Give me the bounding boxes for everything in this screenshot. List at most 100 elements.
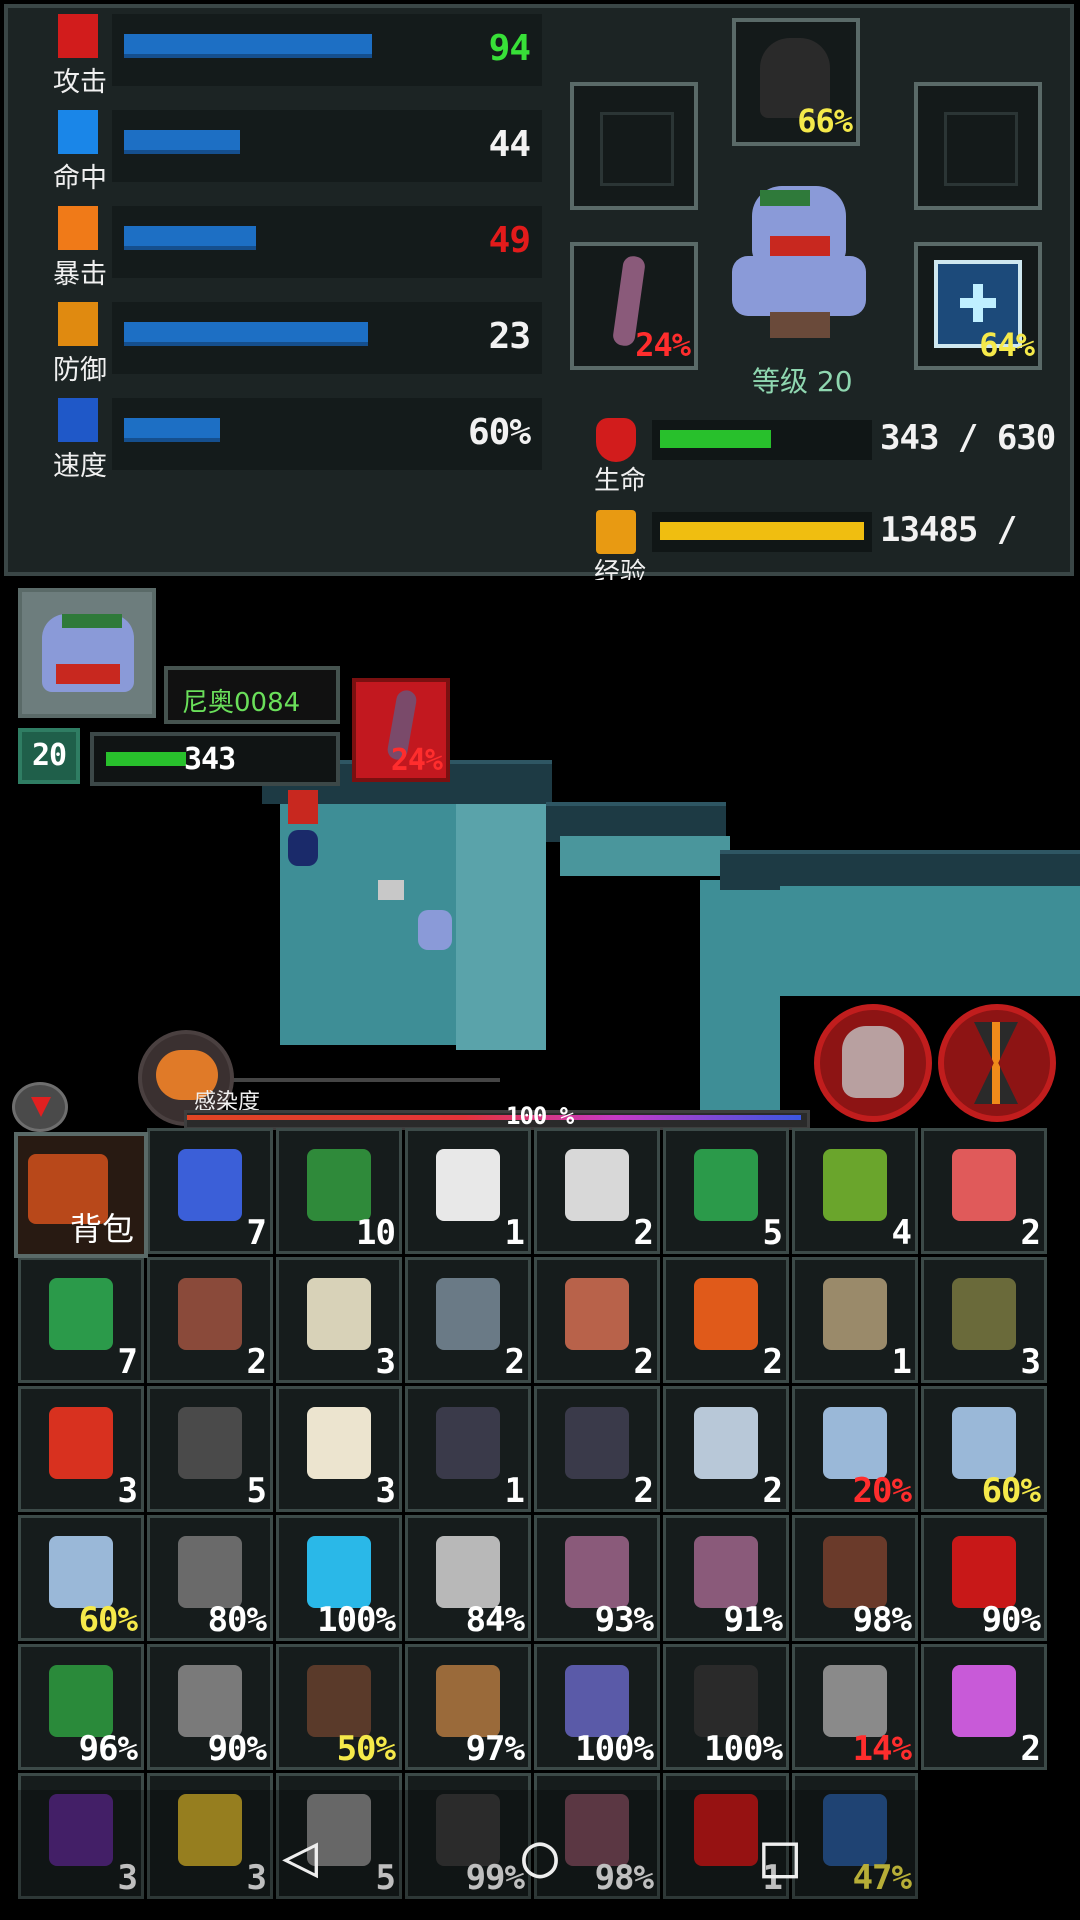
nav-home-button[interactable]: ○ <box>500 1816 580 1896</box>
item-count: 100% <box>575 1729 654 1769</box>
inventory-slot[interactable]: 5 <box>147 1386 273 1512</box>
nav-back-button[interactable]: ◁ <box>260 1816 340 1896</box>
stat-row: 命中 44 <box>40 110 542 194</box>
item-count: 10 <box>356 1213 396 1253</box>
character-portrait[interactable] <box>18 588 156 718</box>
item-count: 97% <box>465 1729 525 1769</box>
light-tube-icon <box>49 1536 113 1608</box>
inventory-slot[interactable]: 100% <box>534 1644 660 1770</box>
inventory-slot[interactable]: 2 <box>534 1257 660 1383</box>
drop-item-button[interactable] <box>12 1082 68 1132</box>
item-count: 2 <box>504 1342 526 1382</box>
equip-empty-slot-right[interactable] <box>914 82 1042 210</box>
minigun-icon <box>307 1665 371 1737</box>
hp-label: 生命 <box>593 466 646 496</box>
inventory-slot[interactable]: 1 <box>792 1257 918 1383</box>
inventory-slot[interactable]: 100% <box>663 1644 789 1770</box>
exp-card-icon <box>596 510 636 554</box>
inventory-slot[interactable]: 2 <box>405 1257 531 1383</box>
medkit-icon <box>565 1149 629 1221</box>
inventory-slot[interactable]: 5 <box>663 1128 789 1254</box>
inventory-slot[interactable]: 50% <box>276 1644 402 1770</box>
item-count: 91% <box>723 1600 783 1640</box>
inventory-slot[interactable]: 2 <box>534 1128 660 1254</box>
hud-level: 20 <box>18 728 80 784</box>
stat-bar: 44 <box>112 110 542 182</box>
quick-weapon-slot[interactable]: 24% <box>352 678 450 782</box>
character-name-box: 尼奥0084 <box>164 666 340 724</box>
inventory-slot[interactable]: 4 <box>792 1128 918 1254</box>
item-count: 60% <box>981 1471 1041 1511</box>
stat-icon <box>58 302 98 346</box>
tentacle-whip-icon <box>565 1536 629 1608</box>
inventory-slot[interactable]: 1 <box>405 1128 531 1254</box>
inventory-slot[interactable]: 60% <box>921 1386 1047 1512</box>
hp-row: 生命 343 / 630 <box>590 410 1060 496</box>
item-count: 2 <box>633 1471 655 1511</box>
inventory-slot[interactable]: 91% <box>663 1515 789 1641</box>
item-count: 3 <box>1020 1342 1042 1382</box>
stat-row: 暴击 49 <box>40 206 542 290</box>
infection-fill <box>187 1115 801 1120</box>
dumbbell-icon <box>178 1407 242 1479</box>
item-count: 93% <box>594 1600 654 1640</box>
green-bottle-icon <box>49 1278 113 1350</box>
inventory-slot[interactable]: 97% <box>405 1644 531 1770</box>
equip-weapon-slot[interactable]: 24% <box>570 242 698 370</box>
nav-recent-button[interactable]: □ <box>740 1816 820 1896</box>
wrench-pickup[interactable] <box>378 880 404 900</box>
inventory-slot[interactable]: 20% <box>792 1386 918 1512</box>
equip-empty-slot-left[interactable] <box>570 82 698 210</box>
inventory-slot[interactable]: 3 <box>276 1257 402 1383</box>
skull-attack-button[interactable] <box>814 1004 932 1122</box>
item-count: 84% <box>465 1600 525 1640</box>
inventory-slot[interactable]: 80% <box>147 1515 273 1641</box>
inventory-slot[interactable]: 98% <box>792 1515 918 1641</box>
inventory-slot[interactable]: 90% <box>147 1644 273 1770</box>
inventory-slot[interactable]: 2 <box>663 1386 789 1512</box>
wait-turn-button[interactable] <box>938 1004 1056 1122</box>
inventory-slot[interactable]: 7 <box>18 1257 144 1383</box>
dark-helmet-icon <box>694 1665 758 1737</box>
zombie-character-sprite <box>724 186 874 342</box>
inventory-slot[interactable]: 100% <box>276 1515 402 1641</box>
inventory-slot[interactable]: 2 <box>663 1257 789 1383</box>
item-count: 90% <box>207 1729 267 1769</box>
inventory-slot[interactable]: 2 <box>921 1644 1047 1770</box>
equip-accessory-slot[interactable]: 64% <box>914 242 1042 370</box>
inventory-slot[interactable]: 84% <box>405 1515 531 1641</box>
inventory-slot[interactable]: 7 <box>147 1128 273 1254</box>
syringe-icon <box>178 1149 242 1221</box>
crossbow-icon <box>436 1665 500 1737</box>
inventory-slot[interactable]: 90% <box>921 1515 1047 1641</box>
shovel-icon <box>178 1536 242 1608</box>
inventory-slot[interactable]: 2 <box>147 1257 273 1383</box>
heart-icon <box>596 418 636 462</box>
backpack-button[interactable]: 背包 <box>14 1132 148 1258</box>
inventory-slot[interactable]: 2 <box>534 1386 660 1512</box>
inventory-slot[interactable]: 1 <box>405 1386 531 1512</box>
item-count: 2 <box>1020 1213 1042 1253</box>
inventory-slot[interactable]: 60% <box>18 1515 144 1641</box>
equip-helmet-slot[interactable]: 66% <box>732 18 860 146</box>
stat-bar: 94 <box>112 14 542 86</box>
inventory-slot[interactable]: 10 <box>276 1128 402 1254</box>
bomb-icon <box>565 1407 629 1479</box>
flower-pot-icon <box>565 1278 629 1350</box>
hp-value: 343 / 630 <box>880 418 1056 458</box>
inventory-slot[interactable]: 2 <box>921 1128 1047 1254</box>
inventory-slot[interactable]: 3 <box>18 1386 144 1512</box>
item-count: 2 <box>762 1471 784 1511</box>
stat-row: 防御 23 <box>40 302 542 386</box>
stat-icon <box>58 14 98 58</box>
potion-icon <box>952 1665 1016 1737</box>
item-count: 2 <box>246 1342 268 1382</box>
item-count: 50% <box>336 1729 396 1769</box>
brain-icon <box>952 1149 1016 1221</box>
stat-value: 94 <box>488 28 531 69</box>
inventory-slot[interactable]: 3 <box>921 1257 1047 1383</box>
inventory-slot[interactable]: 93% <box>534 1515 660 1641</box>
inventory-slot[interactable]: 96% <box>18 1644 144 1770</box>
inventory-slot[interactable]: 14% <box>792 1644 918 1770</box>
inventory-slot[interactable]: 3 <box>276 1386 402 1512</box>
